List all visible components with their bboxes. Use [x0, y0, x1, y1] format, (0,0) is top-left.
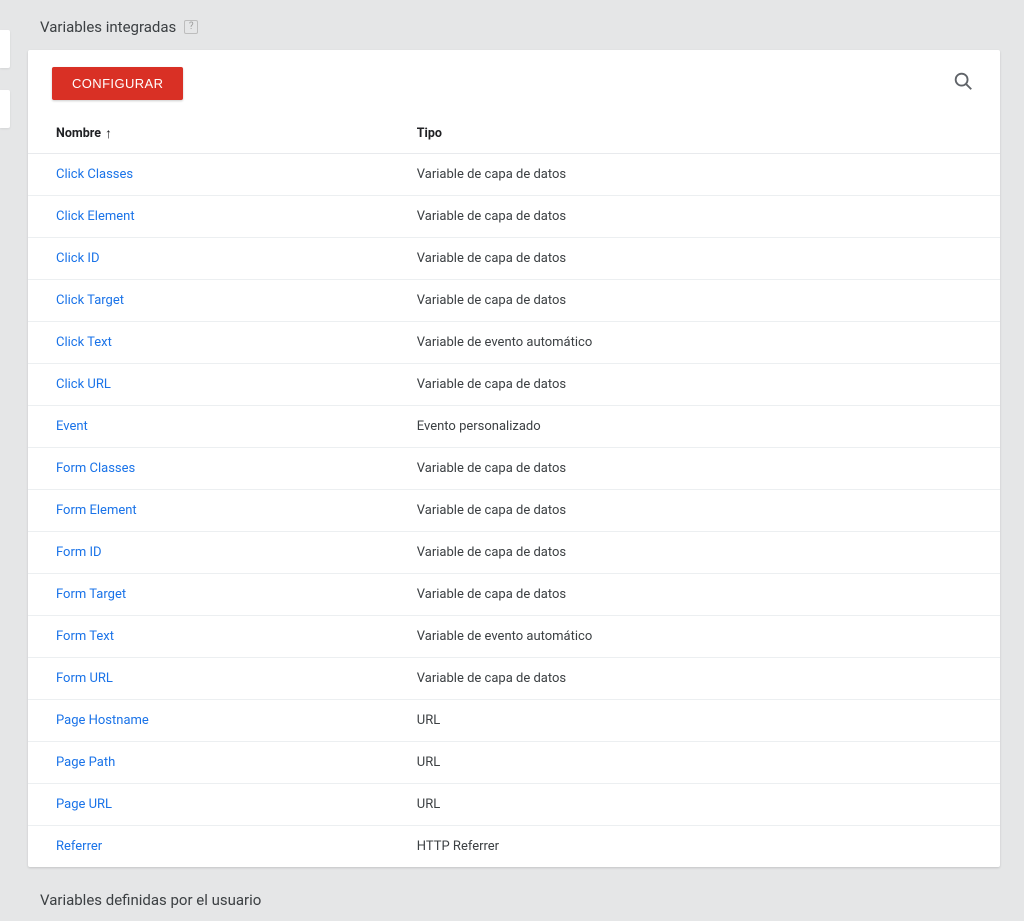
edge-tab[interactable]: [0, 90, 10, 128]
variable-type-cell: Variable de capa de datos: [417, 490, 1000, 532]
section-title-builtin: Variables integradas ?: [0, 0, 1024, 50]
card-header: CONFIGURAR: [28, 50, 1000, 116]
table-row[interactable]: Click Target Variable de capa de datos: [28, 280, 1000, 322]
variable-name-link[interactable]: Page Path: [56, 755, 115, 770]
variables-table: Nombre ↑ Tipo Click Classes Variable de c…: [28, 116, 1000, 867]
section-title-user-defined: Variables definidas por el usuario: [0, 875, 1024, 921]
table-row[interactable]: Click Classes Variable de capa de datos: [28, 154, 1000, 196]
table-row[interactable]: Form Classes Variable de capa de datos: [28, 448, 1000, 490]
table-row[interactable]: Page Hostname URL: [28, 700, 1000, 742]
table-row[interactable]: Page Path URL: [28, 742, 1000, 784]
variable-name-link[interactable]: Click Element: [56, 209, 135, 224]
table-row[interactable]: Click URL Variable de capa de datos: [28, 364, 1000, 406]
variable-type-cell: URL: [417, 742, 1000, 784]
variable-name-link[interactable]: Event: [56, 419, 88, 434]
edge-tab[interactable]: [0, 30, 10, 68]
builtin-variables-card: CONFIGURAR Nombre ↑: [28, 50, 1000, 867]
variable-name-link[interactable]: Click URL: [56, 377, 111, 392]
column-header-type-label: Tipo: [417, 126, 442, 141]
variable-name-link[interactable]: Referrer: [56, 839, 102, 854]
variable-name-link[interactable]: Form URL: [56, 671, 113, 686]
section-title-label: Variables definidas por el usuario: [40, 891, 261, 909]
left-edge-tabs: [0, 30, 10, 150]
search-icon[interactable]: [948, 66, 978, 100]
variable-name-link[interactable]: Page Hostname: [56, 713, 149, 728]
variable-type-cell: URL: [417, 784, 1000, 826]
variable-name-link[interactable]: Form ID: [56, 545, 102, 560]
variable-type-cell: Evento personalizado: [417, 406, 1000, 448]
variable-type-cell: Variable de capa de datos: [417, 574, 1000, 616]
variable-name-link[interactable]: Form Classes: [56, 461, 135, 476]
variable-name-link[interactable]: Page URL: [56, 797, 112, 812]
configure-button[interactable]: CONFIGURAR: [52, 67, 183, 100]
variable-name-link[interactable]: Click Classes: [56, 167, 133, 182]
table-row[interactable]: Form ID Variable de capa de datos: [28, 532, 1000, 574]
table-row[interactable]: Click Text Variable de evento automático: [28, 322, 1000, 364]
column-header-type[interactable]: Tipo: [417, 116, 1000, 154]
variable-type-cell: Variable de capa de datos: [417, 196, 1000, 238]
variable-type-cell: Variable de capa de datos: [417, 448, 1000, 490]
variable-type-cell: Variable de capa de datos: [417, 532, 1000, 574]
table-row[interactable]: Referrer HTTP Referrer: [28, 826, 1000, 868]
variable-type-cell: Variable de capa de datos: [417, 280, 1000, 322]
variable-name-link[interactable]: Click ID: [56, 251, 99, 266]
help-icon[interactable]: ?: [184, 20, 198, 34]
variable-type-cell: Variable de evento automático: [417, 616, 1000, 658]
table-row[interactable]: Form URL Variable de capa de datos: [28, 658, 1000, 700]
table-row[interactable]: Page URL URL: [28, 784, 1000, 826]
variable-type-cell: Variable de capa de datos: [417, 238, 1000, 280]
table-row[interactable]: Form Element Variable de capa de datos: [28, 490, 1000, 532]
column-header-name-label: Nombre: [56, 126, 101, 141]
table-row[interactable]: Click Element Variable de capa de datos: [28, 196, 1000, 238]
table-row[interactable]: Form Text Variable de evento automático: [28, 616, 1000, 658]
variable-type-cell: Variable de evento automático: [417, 322, 1000, 364]
variable-type-cell: Variable de capa de datos: [417, 154, 1000, 196]
variable-type-cell: URL: [417, 700, 1000, 742]
variable-type-cell: Variable de capa de datos: [417, 364, 1000, 406]
variable-name-link[interactable]: Click Text: [56, 335, 112, 350]
variable-name-link[interactable]: Form Text: [56, 629, 114, 644]
table-row[interactable]: Event Evento personalizado: [28, 406, 1000, 448]
column-header-name[interactable]: Nombre ↑: [28, 116, 417, 154]
sort-ascending-icon: ↑: [105, 127, 112, 141]
variable-type-cell: HTTP Referrer: [417, 826, 1000, 868]
variable-type-cell: Variable de capa de datos: [417, 658, 1000, 700]
table-row[interactable]: Click ID Variable de capa de datos: [28, 238, 1000, 280]
variable-name-link[interactable]: Form Element: [56, 503, 137, 518]
section-title-label: Variables integradas: [40, 18, 176, 36]
variable-name-link[interactable]: Form Target: [56, 587, 126, 602]
table-row[interactable]: Form Target Variable de capa de datos: [28, 574, 1000, 616]
variable-name-link[interactable]: Click Target: [56, 293, 124, 308]
